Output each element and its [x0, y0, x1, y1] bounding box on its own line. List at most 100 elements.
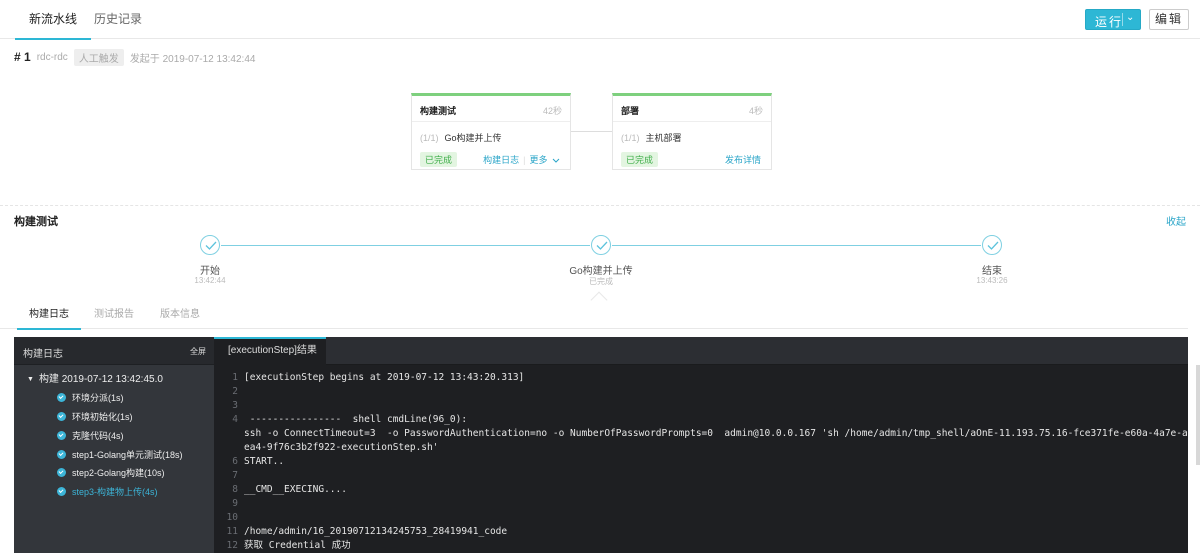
tab-test-report[interactable]: 测试报告 — [94, 301, 134, 329]
stage-title: 部署 — [621, 106, 640, 116]
line-number: 6 — [232, 456, 238, 467]
stage-links: 构建日志 | 更多 — [483, 153, 560, 166]
log-panel: 构建日志 全屏 ▼ 构建 2019-07-12 13:42:45.0 环境分派(1… — [14, 337, 1188, 553]
log-line: 1 [executionStep begins at 2019-07-12 13:… — [214, 371, 1188, 385]
log-step-label: 克隆代码(4s) — [72, 431, 124, 441]
release-detail-link[interactable]: 发布详情 — [725, 155, 761, 165]
check-circle-icon — [57, 393, 66, 402]
log-step-label: 环境初始化(1s) — [72, 412, 133, 422]
build-number: # 1 — [14, 50, 31, 64]
step-start[interactable] — [200, 235, 220, 255]
log-output: 1 [executionStep begins at 2019-07-12 13:… — [214, 371, 1188, 553]
log-line: 10 — [214, 511, 1188, 525]
log-line: 11/home/admin/16_20190712134245753_28419… — [214, 525, 1188, 539]
tab-new-pipeline[interactable]: 新流水线 — [14, 0, 92, 40]
tab-version-info[interactable]: 版本信息 — [160, 301, 200, 329]
line-number: 2 — [232, 386, 238, 397]
step-name: 结束 — [982, 266, 1002, 277]
chevron-down-icon[interactable]: ⌄ — [1126, 12, 1134, 23]
log-tree-root-label: 构建 2019-07-12 13:42:45.0 — [38, 374, 163, 385]
page-scrollbar[interactable] — [1196, 365, 1200, 465]
stage-card-build-test[interactable]: 构建测试 42秒 (1/1) Go构建并上传 已完成 构建日志 | 更多 — [411, 93, 571, 170]
log-line: 8 __CMD__EXECING.... — [214, 483, 1188, 497]
log-result-tab[interactable]: [executionStep]结果 — [214, 337, 326, 365]
stage-divider — [412, 121, 570, 122]
log-step-item-active[interactable]: step3-构建物上传(4s) — [57, 485, 158, 498]
line-number: 11 — [226, 526, 238, 537]
step-time: 13:43:26 — [976, 276, 1008, 285]
log-step-item[interactable]: 环境分派(1s) — [57, 391, 124, 404]
check-icon — [987, 241, 999, 250]
stage-connector — [571, 131, 612, 132]
log-step-label: step2-Golang构建(10s) — [72, 468, 165, 478]
collapse-link[interactable]: 收起 — [1166, 213, 1186, 228]
more-link[interactable]: 更多 — [529, 155, 547, 165]
line-text: [executionStep begins at 2019-07-12 13:4… — [244, 372, 525, 383]
log-line: 4 ---------------- shell cmdLine(96_0): — [214, 413, 1188, 427]
log-sidebar-header: 构建日志 全屏 — [14, 337, 214, 365]
job-count: (1/1) — [621, 133, 640, 143]
build-start-time: 发起于 2019-07-12 13:42:44 — [129, 53, 256, 65]
line-text: ssh -o ConnectTimeout=3 -o PasswordAuthe… — [244, 428, 1188, 439]
step-go-build[interactable] — [591, 235, 611, 255]
job-name: 主机部署 — [645, 133, 682, 143]
status-badge: 已完成 — [420, 152, 458, 167]
fullscreen-button[interactable]: 全屏 — [190, 346, 206, 357]
detail-tabs: 构建日志 测试报告 版本信息 — [0, 301, 1188, 330]
line-number: 1 — [232, 372, 238, 383]
log-step-item[interactable]: step1-Golang单元测试(18s) — [57, 448, 183, 461]
check-icon — [596, 241, 608, 250]
stage-job[interactable]: (1/1) Go构建并上传 — [420, 131, 502, 144]
line-number: 9 — [232, 498, 238, 509]
stage-card-deploy[interactable]: 部署 4秒 (1/1) 主机部署 已完成 发布详情 — [612, 93, 772, 170]
log-step-item[interactable]: 克隆代码(4s) — [57, 429, 124, 442]
run-button[interactable]: 运行 ⌄ — [1085, 9, 1141, 30]
section-divider — [0, 205, 1200, 206]
step-name: Go构建并上传 — [569, 266, 633, 277]
line-text: ea4-9f76c3b2f922-executionStep.sh' — [244, 442, 439, 453]
stage-links: 发布详情 — [725, 153, 761, 166]
trigger-badge: 人工触发 — [73, 48, 124, 66]
top-bar: 新流水线 历史记录 运行 ⌄ 编辑 — [0, 0, 1200, 40]
log-sidebar: 构建日志 全屏 ▼ 构建 2019-07-12 13:42:45.0 环境分派(1… — [14, 337, 214, 553]
edit-button[interactable]: 编辑 — [1149, 9, 1189, 30]
step-connector — [612, 245, 981, 246]
line-number: 7 — [232, 470, 238, 481]
caret-down-icon[interactable]: ▼ — [27, 376, 34, 383]
stage-divider — [613, 121, 771, 122]
chevron-down-icon[interactable] — [552, 158, 560, 164]
build-log-link[interactable]: 构建日志 — [483, 155, 519, 165]
tab-build-log[interactable]: 构建日志 — [17, 301, 81, 330]
line-text: ---------------- shell cmdLine(96_0): — [244, 414, 468, 425]
line-number: 8 — [232, 484, 238, 495]
status-badge: 已完成 — [621, 152, 659, 167]
tab-history[interactable]: 历史记录 — [94, 0, 142, 39]
check-icon — [205, 241, 217, 250]
log-step-item[interactable]: step2-Golang构建(10s) — [57, 466, 165, 479]
step-status: 已完成 — [589, 277, 613, 286]
log-step-label: step3-构建物上传(4s) — [72, 487, 158, 497]
progress-title: 构建测试 — [14, 216, 58, 228]
stage-job[interactable]: (1/1) 主机部署 — [621, 131, 682, 144]
line-text: 获取 Credential 成功 — [244, 540, 351, 551]
stage-duration: 4秒 — [748, 106, 763, 116]
step-connector — [221, 245, 590, 246]
stage-duration: 42秒 — [542, 106, 562, 116]
log-step-label: 环境分派(1s) — [72, 393, 124, 403]
log-step-label: step1-Golang单元测试(18s) — [72, 450, 183, 460]
check-circle-icon — [57, 412, 66, 421]
check-circle-icon — [57, 468, 66, 477]
step-end[interactable] — [982, 235, 1002, 255]
log-line: 7 — [214, 469, 1188, 483]
log-step-item[interactable]: 环境初始化(1s) — [57, 410, 133, 423]
line-text: /home/admin/16_20190712134245753_2841994… — [244, 526, 508, 537]
log-line: 2 — [214, 385, 1188, 399]
log-line: 6 START.. — [214, 455, 1188, 469]
line-number: 4 — [232, 414, 238, 425]
line-number: 10 — [226, 512, 238, 523]
line-number: 12 — [226, 540, 238, 551]
build-meta: # 1 rdc-rdc 人工触发 发起于 2019-07-12 13:42:44 — [14, 48, 256, 66]
log-line: ssh -o ConnectTimeout=3 -o PasswordAuthe… — [214, 427, 1188, 441]
log-line: ea4-9f76c3b2f922-executionStep.sh' — [214, 441, 1188, 455]
log-tree-root[interactable]: ▼ 构建 2019-07-12 13:42:45.0 — [27, 370, 163, 385]
